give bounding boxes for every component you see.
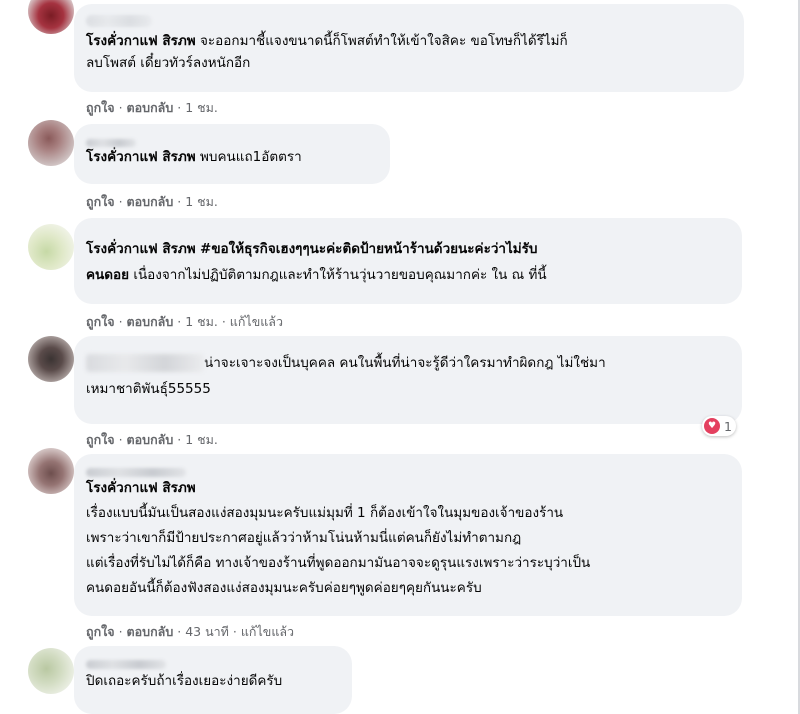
avatar[interactable] <box>28 648 74 694</box>
comment-bubble: น่าจะเจาะจงเป็นบุคคล คนในพื้นที่น่าจะรู้… <box>74 336 742 424</box>
comment-actions: ถูกใจ · ตอบกลับ · 1 ชม. <box>86 100 218 115</box>
author-name-blurred[interactable] <box>86 468 186 477</box>
comment-actions: ถูกใจ · ตอบกลับ · 1 ชม. <box>86 432 218 447</box>
reply-link[interactable]: ตอบกลับ <box>127 100 174 115</box>
avatar[interactable] <box>28 336 74 382</box>
comment-bubble: ปิดเถอะครับถ้าเรื่องเยอะง่ายดีครับ <box>74 646 352 714</box>
mention-tag[interactable]: โรงคั่วกาแฟ สิรภพ <box>86 480 196 496</box>
like-link[interactable]: ถูกใจ <box>86 314 115 329</box>
comment-text: น่าจะเจาะจงเป็นบุคคล คนในพื้นที่น่าจะรู้… <box>86 354 606 397</box>
comment-bubble: โรงคั่วกาแฟ สิรภพ จะออกมาชี้แจงขนาดนี้ก็… <box>74 4 744 92</box>
hashtag-link[interactable]: คนดอย <box>86 267 129 283</box>
like-link[interactable]: ถูกใจ <box>86 432 115 447</box>
author-name-blurred[interactable] <box>86 15 152 27</box>
comment-actions: ถูกใจ · ตอบกลับ · 1 ชม. <box>86 194 218 209</box>
mention-tag[interactable]: โรงคั่วกาแฟ สิรภพ <box>86 149 196 165</box>
avatar[interactable] <box>28 0 74 34</box>
edited-label[interactable]: แก้ไขแล้ว <box>241 624 294 639</box>
reply-link[interactable]: ตอบกลับ <box>127 432 174 447</box>
reply-link[interactable]: ตอบกลับ <box>127 624 174 639</box>
timestamp[interactable]: 43 นาที <box>185 624 229 639</box>
reply-link[interactable]: ตอบกลับ <box>127 194 174 209</box>
avatar[interactable] <box>28 224 74 270</box>
reaction-badge[interactable]: ♥ 1 <box>702 416 736 436</box>
comment-bubble: โรงคั่วกาแฟ สิรภพ พบคนแถ1อัตตรา <box>74 124 390 184</box>
comment-text: โรงคั่วกาแฟ สิรภพ เรื่องแบบนี้มันเป็นสอง… <box>86 480 591 596</box>
comment-text: โรงคั่วกาแฟ สิรภพ จะออกมาชี้แจงขนาดนี้ก็… <box>86 33 568 71</box>
like-link[interactable]: ถูกใจ <box>86 100 115 115</box>
comment-bubble: โรงคั่วกาแฟ สิรภพ เรื่องแบบนี้มันเป็นสอง… <box>74 454 742 616</box>
author-name-blurred[interactable] <box>86 139 136 147</box>
author-name-blurred[interactable] <box>86 660 166 669</box>
comment-actions: ถูกใจ · ตอบกลับ · 43 นาที · แก้ไขแล้ว <box>86 624 295 639</box>
redacted-author <box>86 354 204 372</box>
reply-link[interactable]: ตอบกลับ <box>127 314 174 329</box>
comment-actions: ถูกใจ · ตอบกลับ · 1 ชม. · แก้ไขแล้ว <box>86 314 283 329</box>
avatar[interactable] <box>28 448 74 494</box>
timestamp[interactable]: 1 ชม. <box>185 100 218 115</box>
edited-label[interactable]: แก้ไขแล้ว <box>230 314 283 329</box>
timestamp[interactable]: 1 ชม. <box>185 194 218 209</box>
like-link[interactable]: ถูกใจ <box>86 624 115 639</box>
hashtag-link[interactable]: #ขอให้ธุรกิจเฮงๆๆนะค่ะติดป้ายหน้าร้านด้ว… <box>200 241 537 257</box>
timestamp[interactable]: 1 ชม. <box>185 432 218 447</box>
like-link[interactable]: ถูกใจ <box>86 194 115 209</box>
comment-text: ปิดเถอะครับถ้าเรื่องเยอะง่ายดีครับ <box>86 673 283 689</box>
comment-bubble: โรงคั่วกาแฟ สิรภพ #ขอให้ธุรกิจเฮงๆๆนะค่ะ… <box>74 218 742 304</box>
timestamp[interactable]: 1 ชม. <box>185 314 218 329</box>
love-reaction-icon: ♥ <box>704 418 720 434</box>
comment-text: โรงคั่วกาแฟ สิรภพ พบคนแถ1อัตตรา <box>86 149 302 165</box>
avatar[interactable] <box>28 120 74 166</box>
comment-text: โรงคั่วกาแฟ สิรภพ #ขอให้ธุรกิจเฮงๆๆนะค่ะ… <box>86 241 547 283</box>
mention-tag[interactable]: โรงคั่วกาแฟ สิรภพ <box>86 33 196 49</box>
mention-tag[interactable]: โรงคั่วกาแฟ สิรภพ <box>86 241 196 257</box>
